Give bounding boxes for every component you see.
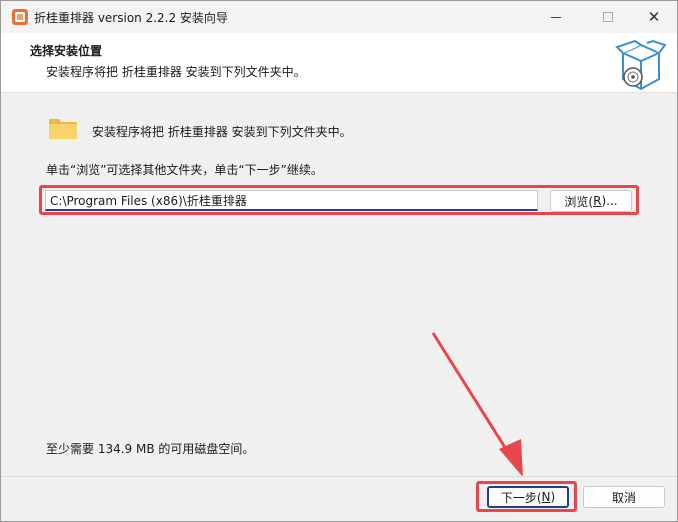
wizard-header: 选择安装位置 安装程序将把 折桂重排器 安装到下列文件夹中。 — [1, 33, 677, 93]
disk-space-required: 至少需要 134.9 MB 的可用磁盘空间。 — [46, 442, 255, 456]
browse-hotkey: R — [593, 194, 602, 208]
maximize-icon — [603, 12, 613, 22]
next-hotkey: N — [541, 490, 551, 504]
page-subtitle: 安装程序将把 折桂重排器 安装到下列文件夹中。 — [46, 65, 306, 79]
window-title: 折桂重排器 version 2.2.2 安装向导 — [34, 11, 228, 25]
installer-window: 折桂重排器 version 2.2.2 安装向导 ✕ 选择安装位置 安装程序将把… — [0, 0, 678, 522]
page-title: 选择安装位置 — [30, 44, 103, 58]
destination-description: 安装程序将把 折桂重排器 安装到下列文件夹中。 — [92, 125, 352, 139]
minimize-icon — [551, 16, 561, 18]
install-box-icon — [615, 39, 667, 91]
title-bar: 折桂重排器 version 2.2.2 安装向导 ✕ — [1, 1, 677, 33]
folder-icon — [49, 119, 77, 139]
maximize-button[interactable] — [585, 1, 631, 33]
browse-label: 浏览( — [564, 194, 594, 209]
close-icon: ✕ — [647, 8, 661, 26]
wizard-body: 安装程序将把 折桂重排器 安装到下列文件夹中。 单击“浏览”可选择其他文件夹，单… — [1, 94, 677, 476]
close-button[interactable]: ✕ — [631, 1, 677, 33]
red-arrow-annotation — [431, 332, 523, 477]
install-path-input[interactable] — [45, 190, 538, 211]
browse-label-suffix: )... — [601, 194, 618, 208]
browse-button[interactable]: 浏览(R)... — [550, 190, 632, 212]
next-button[interactable]: 下一步(N) — [487, 486, 569, 508]
browse-hint: 单击“浏览”可选择其他文件夹，单击“下一步”继续。 — [46, 163, 323, 177]
app-icon — [12, 9, 28, 25]
minimize-button[interactable] — [533, 1, 579, 33]
cancel-button[interactable]: 取消 — [583, 486, 665, 508]
next-label: 下一步( — [500, 490, 542, 505]
next-label-suffix: ) — [550, 490, 556, 504]
